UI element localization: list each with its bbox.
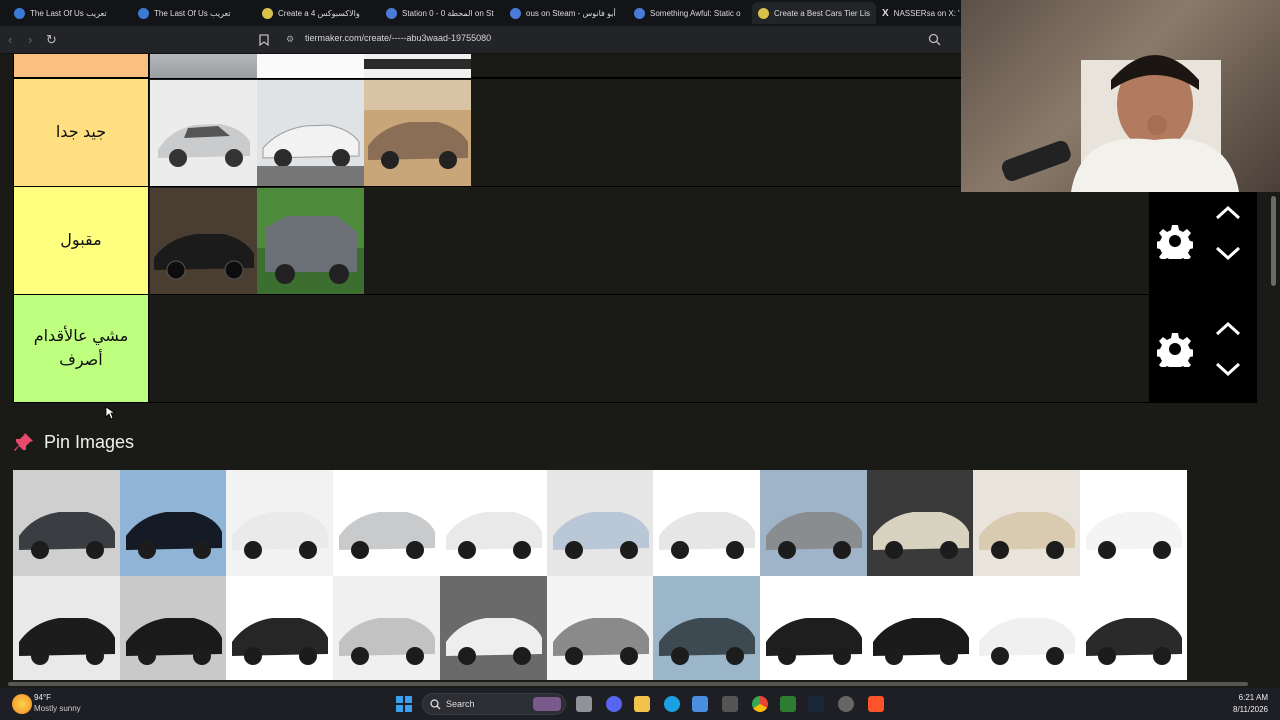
tier-label[interactable] [14, 54, 149, 77]
bookmark-icon[interactable] [259, 34, 269, 46]
car-image[interactable] [257, 188, 364, 295]
car-image[interactable] [150, 188, 257, 295]
epic-games-icon[interactable] [722, 696, 738, 712]
mouse-cursor-icon [105, 406, 115, 420]
site-info-icon[interactable]: ⚙ [286, 34, 294, 45]
pool-car-image[interactable] [653, 576, 761, 680]
clock-date: 8/11/2026 [1233, 705, 1268, 714]
pool-car-image[interactable] [13, 470, 120, 576]
search-icon [430, 699, 441, 710]
car-image[interactable] [150, 54, 257, 79]
weather-temp: 94°F [34, 693, 51, 702]
browser-tab[interactable]: XNASSERsa on X: "@ [876, 2, 960, 24]
browser-tab[interactable]: ous on Steam - أبو فانوس [504, 2, 628, 24]
edge-icon[interactable] [664, 696, 680, 712]
weather-icon[interactable] [12, 694, 32, 714]
zoom-icon[interactable] [928, 33, 941, 46]
tier-row: مقبول [13, 186, 1257, 295]
x-logo-icon: X [882, 7, 889, 19]
pool-car-image[interactable] [1080, 576, 1187, 680]
weather-desc: Mostly sunny [34, 704, 81, 713]
pool-car-image[interactable] [226, 576, 334, 680]
back-icon[interactable]: ‹ [8, 32, 12, 48]
steam-icon [634, 7, 645, 19]
pool-car-image[interactable] [653, 470, 761, 576]
chevron-down-icon[interactable] [1215, 361, 1241, 377]
chevron-up-icon[interactable] [1215, 205, 1241, 221]
task-view-icon[interactable] [576, 696, 592, 712]
steam-icon [386, 7, 397, 19]
gear-icon[interactable] [1157, 331, 1193, 367]
pool-car-image[interactable] [226, 470, 334, 576]
pool-car-image[interactable] [13, 576, 120, 680]
xbox-icon[interactable] [780, 696, 796, 712]
clock-time: 6:21 AM [1238, 693, 1268, 702]
url-field[interactable]: tiermaker.com/create/-----abu3waad-19755… [305, 33, 491, 43]
image-pool [13, 470, 1187, 680]
pool-car-image[interactable] [546, 576, 654, 680]
browser-tab[interactable]: Create a والاكسبوكس 4 [256, 2, 380, 24]
app-icon[interactable] [838, 696, 854, 712]
pool-car-image[interactable] [973, 576, 1081, 680]
tier-label[interactable]: جيد جدا [14, 79, 149, 186]
chevron-down-icon[interactable] [1215, 245, 1241, 261]
steam-icon [14, 7, 25, 19]
steam-icon [510, 7, 521, 19]
pool-car-image[interactable] [119, 576, 227, 680]
pin-images-header: Pin Images [14, 428, 134, 456]
scrollbar-thumb[interactable] [8, 682, 1248, 686]
forward-icon[interactable]: › [28, 32, 32, 48]
scrollbar-thumb[interactable] [1271, 196, 1276, 286]
pool-car-image[interactable] [759, 470, 867, 576]
brave-icon[interactable] [868, 696, 884, 712]
car-image[interactable] [364, 54, 471, 79]
gear-icon[interactable] [1157, 223, 1193, 259]
browser-tab[interactable]: Station 0 - 0 المحطة on St [380, 2, 504, 24]
steam-icon [138, 7, 149, 19]
browser-tab[interactable]: The Last Of Us تعريب [8, 2, 132, 24]
car-image[interactable] [364, 80, 471, 187]
tier-controls [1149, 187, 1256, 294]
car-image[interactable] [257, 80, 364, 187]
pool-car-image[interactable] [546, 470, 654, 576]
horizontal-scrollbar[interactable] [0, 680, 1280, 688]
tier-label[interactable]: مقبول [14, 187, 149, 294]
pin-icon [14, 433, 33, 451]
store-icon[interactable] [692, 696, 708, 712]
tier-label[interactable]: مشي عالأقدام أصرف [14, 295, 149, 402]
search-input[interactable]: Search [422, 693, 566, 715]
vertical-scrollbar[interactable] [1268, 192, 1280, 680]
browser-tab-active[interactable]: Create a Best Cars Tier Lis [752, 2, 876, 24]
webcam-overlay [961, 0, 1280, 192]
pool-car-image[interactable] [866, 576, 974, 680]
browser-tab[interactable]: The Last Of Us تعريب [132, 2, 256, 24]
reload-icon[interactable]: ↻ [46, 32, 57, 48]
discord-icon[interactable] [606, 696, 622, 712]
windows-start-icon[interactable] [396, 696, 412, 712]
steam-icon[interactable] [808, 696, 824, 712]
pool-car-image[interactable] [439, 470, 547, 576]
pool-car-image[interactable] [119, 470, 227, 576]
pool-car-image[interactable] [333, 576, 441, 680]
chrome-icon[interactable] [752, 696, 768, 712]
browser-tab[interactable]: Something Awful: Static o [628, 2, 752, 24]
pool-car-image[interactable] [1080, 470, 1187, 576]
car-image[interactable] [150, 80, 257, 187]
tiermaker-icon [758, 7, 769, 19]
pin-images-title: Pin Images [44, 431, 135, 452]
pool-car-image[interactable] [973, 470, 1081, 576]
pool-car-image[interactable] [759, 576, 867, 680]
pool-car-image[interactable] [866, 470, 974, 576]
tier-row: مشي عالأقدام أصرف [13, 294, 1257, 403]
search-highlight-icon [533, 697, 561, 711]
tier-controls [1149, 295, 1256, 402]
pool-car-image[interactable] [439, 576, 547, 680]
taskbar: 94°F Mostly sunny Search 6:21 AM 8/11/20… [0, 688, 1280, 720]
pool-car-image[interactable] [333, 470, 441, 576]
car-image[interactable] [257, 54, 364, 79]
file-explorer-icon[interactable] [634, 696, 650, 712]
tiermaker-icon [262, 7, 273, 19]
chevron-up-icon[interactable] [1215, 321, 1241, 337]
